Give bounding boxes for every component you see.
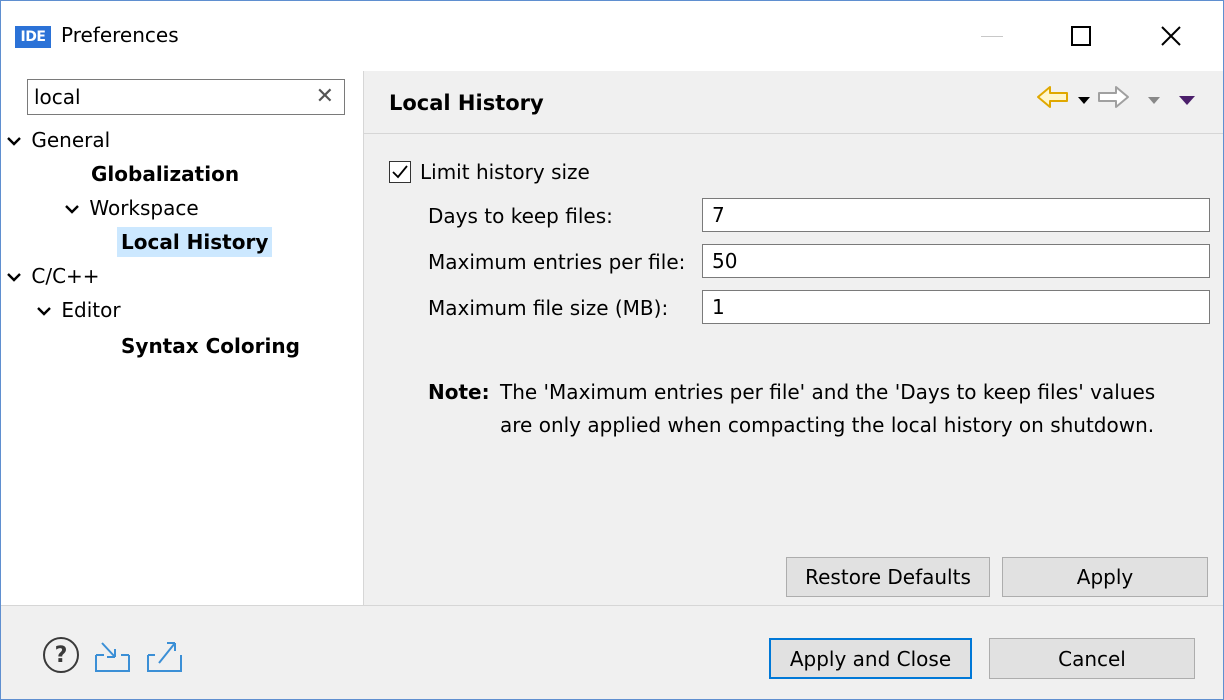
filter-field[interactable]: ✕ xyxy=(27,79,345,115)
tree-item-label: General xyxy=(31,128,111,152)
window-title: Preferences xyxy=(61,23,179,47)
tree-item-label: Local History xyxy=(121,230,269,254)
close-button[interactable] xyxy=(1141,11,1201,61)
checkbox-box[interactable] xyxy=(389,161,411,183)
preference-tree-pane: ✕ General Globalization Workspace Local … xyxy=(1,71,364,605)
back-dropdown-icon[interactable] xyxy=(1078,97,1090,104)
max-entries-label: Maximum entries per file: xyxy=(428,250,686,274)
restore-defaults-button[interactable]: Restore Defaults xyxy=(786,557,990,597)
checkmark-icon xyxy=(392,165,408,179)
tree-item-label: Editor xyxy=(61,298,121,322)
maximize-button[interactable] xyxy=(1051,11,1111,61)
note-text-line-2: are only applied when compacting the loc… xyxy=(500,413,1155,437)
title-bar: IDE Preferences xyxy=(1,1,1223,71)
import-button[interactable] xyxy=(93,637,133,680)
max-file-size-label: Maximum file size (MB): xyxy=(428,296,669,320)
filter-input[interactable] xyxy=(34,83,304,111)
export-icon xyxy=(147,642,182,672)
page-title: Local History xyxy=(389,91,544,115)
tree-item-syntax-coloring[interactable]: Syntax Coloring xyxy=(121,331,300,361)
tree-item-globalization[interactable]: Globalization xyxy=(91,159,239,189)
tree-item-cpp[interactable]: C/C++ xyxy=(7,261,100,291)
chevron-down-icon[interactable] xyxy=(37,297,55,327)
tree-item-label: Workspace xyxy=(89,196,199,220)
tree-item-workspace[interactable]: Workspace xyxy=(65,193,199,223)
minimize-icon xyxy=(981,35,1003,37)
close-icon xyxy=(1161,26,1181,46)
max-entries-input[interactable] xyxy=(712,248,1192,274)
view-menu-icon[interactable] xyxy=(1179,96,1195,105)
days-to-keep-label: Days to keep files: xyxy=(428,204,613,228)
note-text-line-1: The 'Maximum entries per file' and the '… xyxy=(500,380,1156,404)
forward-button[interactable] xyxy=(1096,85,1130,114)
forward-dropdown-icon[interactable] xyxy=(1148,97,1160,104)
tree-item-label: C/C++ xyxy=(31,264,100,288)
max-entries-field[interactable] xyxy=(702,244,1210,278)
page-header: Local History xyxy=(364,71,1223,134)
apply-and-close-button[interactable]: Apply and Close xyxy=(769,638,972,679)
tree-item-general[interactable]: General xyxy=(7,125,110,155)
tree-item-label: Globalization xyxy=(91,162,240,186)
days-to-keep-field[interactable] xyxy=(702,198,1210,232)
minimize-button[interactable] xyxy=(962,11,1022,61)
preference-page: Local History Limit history size Days to… xyxy=(364,71,1223,605)
days-to-keep-input[interactable] xyxy=(712,202,1192,228)
apply-button[interactable]: Apply xyxy=(1002,557,1208,597)
back-button[interactable] xyxy=(1036,85,1070,114)
cancel-button[interactable]: Cancel xyxy=(989,638,1195,679)
help-icon[interactable]: ? xyxy=(43,637,79,673)
bottom-separator xyxy=(1,605,1223,606)
note-label: Note: xyxy=(428,380,490,404)
max-file-size-input[interactable] xyxy=(712,294,1192,320)
chevron-down-icon[interactable] xyxy=(65,195,83,225)
limit-history-label: Limit history size xyxy=(420,160,590,184)
chevron-down-icon[interactable] xyxy=(7,127,25,157)
import-icon xyxy=(95,642,130,672)
arrow-left-icon xyxy=(1037,86,1068,108)
tree-item-editor[interactable]: Editor xyxy=(37,295,121,325)
export-button[interactable] xyxy=(145,637,185,680)
app-logo-icon: IDE xyxy=(15,26,51,48)
maximize-icon xyxy=(1071,26,1091,46)
tree-item-label: Syntax Coloring xyxy=(121,334,300,358)
arrow-right-icon xyxy=(1098,86,1129,108)
clear-filter-icon[interactable]: ✕ xyxy=(316,84,334,109)
preferences-window: IDE Preferences ✕ General Globalization xyxy=(0,0,1224,700)
chevron-down-icon[interactable] xyxy=(7,263,25,293)
max-file-size-field[interactable] xyxy=(702,290,1210,324)
tree-item-local-history[interactable]: Local History xyxy=(117,227,273,257)
